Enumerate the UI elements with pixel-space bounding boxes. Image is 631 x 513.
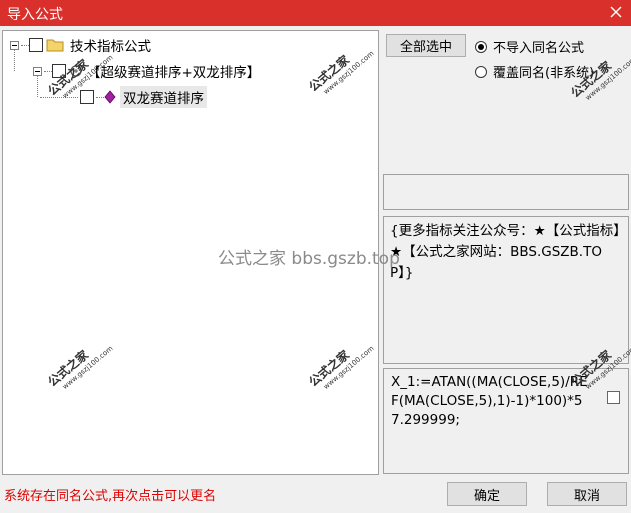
status-message: 系统存在同名公式,再次点击可以更名 [4, 489, 217, 504]
formula-tree[interactable]: 技术指标公式 【超级赛道排序+双龙排序】 双龙赛道排序 [2, 30, 379, 475]
option-overwrite[interactable]: 覆盖同名(非系统) [475, 62, 594, 81]
select-all-button[interactable]: 全部选中 [386, 34, 466, 57]
root-checkbox[interactable] [29, 38, 43, 52]
tree-node-root[interactable]: 技术指标公式 [10, 35, 151, 55]
option-overwrite-label: 覆盖同名(非系统) [493, 66, 595, 81]
group-checkbox[interactable] [52, 64, 66, 78]
close-icon[interactable] [607, 3, 625, 21]
description-box: {更多指标关注公众号：★【公式指标】★【公式之家网站：BBS.GSZB.TOP】… [383, 216, 629, 364]
option-no-import-label: 不导入同名公式 [493, 41, 585, 56]
window-title: 导入公式 [7, 7, 63, 23]
group-label: 【超级赛道排序+双龙排序】 [87, 65, 261, 81]
formula-group-icon [70, 65, 82, 77]
option-no-import[interactable]: 不导入同名公式 [475, 37, 584, 56]
formula-diamond-icon [104, 90, 116, 104]
cancel-button[interactable]: 取消 [547, 482, 627, 506]
formula-checkbox[interactable] [607, 391, 620, 404]
collapse-icon[interactable] [33, 66, 42, 76]
formula-text: X_1:=ATAN((MA(CLOSE,5)/REF(MA(CLOSE,5),1… [391, 374, 588, 428]
tree-node-group[interactable]: 【超级赛道排序+双龙排序】 [33, 61, 260, 81]
description-text: {更多指标关注公众号：★【公式指标】★【公式之家网站：BBS.GSZB.TOP】… [390, 223, 620, 281]
radio-overwrite[interactable] [475, 65, 487, 78]
item-checkbox[interactable] [80, 90, 94, 104]
tree-node-item[interactable]: 双龙赛道排序 [40, 86, 207, 108]
item-label: 双龙赛道排序 [120, 86, 207, 108]
formula-box[interactable]: X_1:=ATAN((MA(CLOSE,5)/REF(MA(CLOSE,5),1… [383, 368, 629, 474]
root-label: 技术指标公式 [70, 39, 151, 55]
ok-button[interactable]: 确定 [447, 482, 527, 506]
collapse-icon[interactable] [10, 40, 19, 50]
folder-icon [46, 39, 64, 52]
title-bar: 导入公式 [0, 0, 631, 26]
radio-no-import[interactable] [475, 40, 487, 53]
info-panel [383, 174, 629, 210]
